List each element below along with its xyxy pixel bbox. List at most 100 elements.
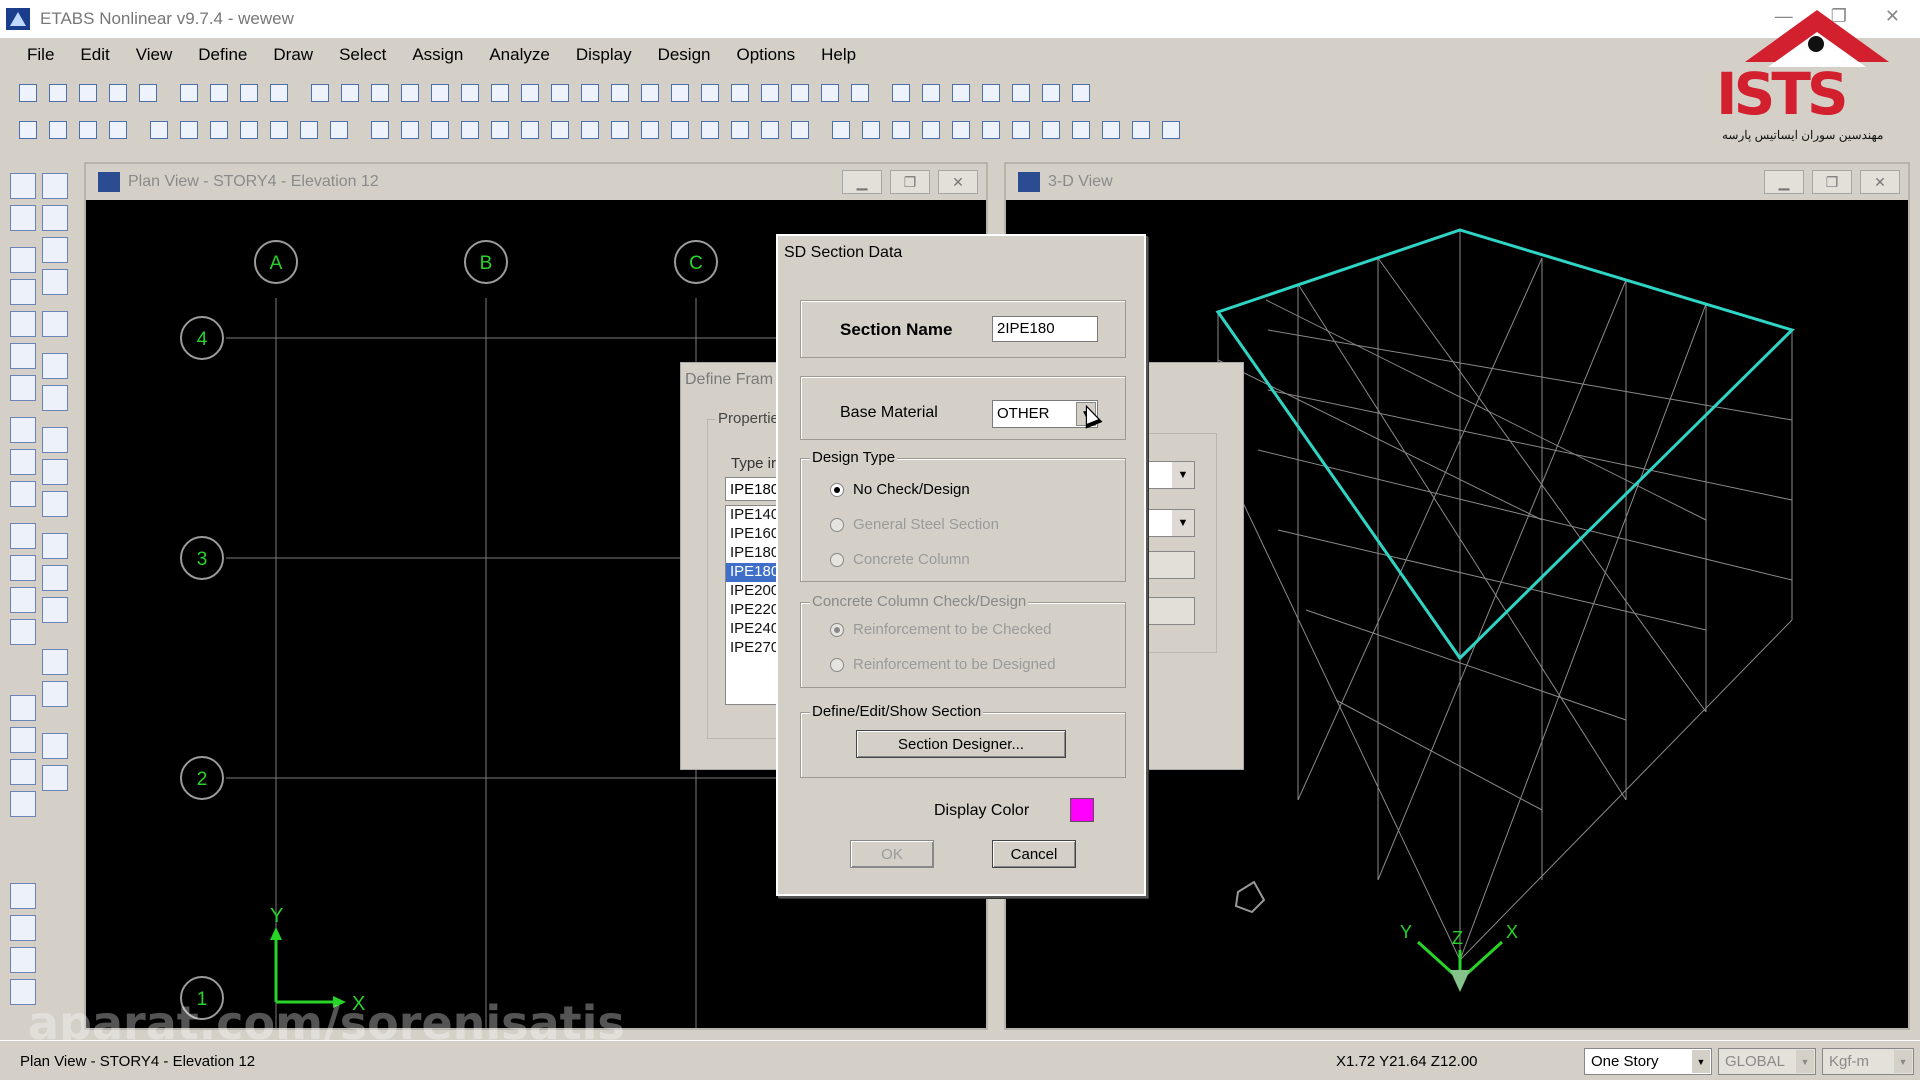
print-setup-icon[interactable]	[134, 80, 161, 107]
menu-define[interactable]: Define	[185, 45, 260, 65]
grid-icon[interactable]	[235, 117, 262, 144]
menu-assign[interactable]: Assign	[399, 45, 476, 65]
draw-area-tool-icon[interactable]	[10, 417, 36, 443]
cut-icon[interactable]	[42, 173, 68, 199]
layers-icon[interactable]	[426, 117, 453, 144]
menu-draw[interactable]: Draw	[260, 45, 326, 65]
reference-plane-icon[interactable]	[1127, 117, 1154, 144]
redo-icon[interactable]	[205, 80, 232, 107]
draw-line-icon[interactable]	[145, 117, 172, 144]
cancel-button[interactable]: Cancel	[992, 840, 1076, 868]
plan-view-restore-button[interactable]: ❐	[890, 170, 930, 194]
previous-select-icon[interactable]	[10, 727, 36, 753]
rotate-view-icon[interactable]	[666, 80, 693, 107]
reshape-icon[interactable]	[10, 205, 36, 231]
radio-circle[interactable]	[830, 552, 844, 567]
draw-brace-icon[interactable]	[175, 117, 202, 144]
joints-icon[interactable]	[42, 353, 68, 379]
chevron-down-icon[interactable]: ▼	[1894, 1050, 1912, 1073]
chart-axis-icon[interactable]	[366, 117, 393, 144]
draw-slab-icon[interactable]	[10, 587, 36, 613]
labels-icon[interactable]	[42, 385, 68, 411]
overlay-icon[interactable]	[1157, 117, 1184, 144]
radio-circle-selected[interactable]	[830, 482, 844, 497]
select-all-left-icon[interactable]	[10, 695, 36, 721]
mode-shape-icon[interactable]	[947, 80, 974, 107]
frame-icon[interactable]	[887, 80, 914, 107]
radio-reinforcement-checked[interactable]: Reinforcement to be Checked	[830, 621, 1051, 638]
zoom-window-icon[interactable]	[396, 80, 423, 107]
design-steel-icon[interactable]	[827, 117, 854, 144]
draw-opening-icon[interactable]	[10, 555, 36, 581]
menu-view[interactable]: View	[123, 45, 186, 65]
section-i-icon[interactable]	[666, 117, 693, 144]
plan-view-minimize-button[interactable]: ▁	[842, 170, 882, 194]
move-joint-icon[interactable]	[44, 117, 71, 144]
zoom-previous-icon[interactable]	[486, 80, 513, 107]
pencil-icon[interactable]	[235, 80, 262, 107]
section-name-input[interactable]: 2IPE180	[992, 316, 1098, 342]
section-plate-icon[interactable]	[756, 117, 783, 144]
draw-beam-tool-icon[interactable]	[10, 343, 36, 369]
perspective-icon[interactable]	[696, 80, 723, 107]
refresh-window-icon[interactable]	[366, 80, 393, 107]
reference-icon[interactable]	[42, 681, 68, 707]
ok-button[interactable]: OK	[850, 840, 934, 868]
draw-column-tool-icon[interactable]	[10, 311, 36, 337]
table-display-icon[interactable]	[1037, 80, 1064, 107]
open-icon[interactable]	[44, 80, 71, 107]
align-icon[interactable]	[42, 765, 68, 791]
restraint-icon[interactable]	[265, 117, 292, 144]
menu-help[interactable]: Help	[808, 45, 869, 65]
chevron-down-icon[interactable]: ▼	[1796, 1050, 1814, 1073]
view-3d-minimize-button[interactable]: ▁	[1764, 170, 1804, 194]
radio-circle[interactable]	[830, 657, 844, 672]
pan-icon[interactable]	[546, 80, 573, 107]
delete-icon[interactable]	[42, 269, 68, 295]
snap-icon[interactable]	[104, 117, 131, 144]
radio-circle[interactable]	[830, 517, 844, 532]
span-icon[interactable]	[42, 491, 68, 517]
menu-select[interactable]: Select	[326, 45, 399, 65]
print-icon[interactable]	[104, 80, 131, 107]
section-designer-button[interactable]: Section Designer...	[856, 730, 1066, 758]
elevation-view-icon[interactable]	[636, 80, 663, 107]
radio-general-steel-section[interactable]: General Steel Section	[830, 516, 999, 533]
design-wall-icon[interactable]	[917, 117, 944, 144]
spring-icon[interactable]	[42, 649, 68, 675]
chevron-down-icon[interactable]: ▼	[1692, 1050, 1710, 1073]
member-forces-icon[interactable]	[977, 80, 1004, 107]
pier-label-icon[interactable]	[606, 117, 633, 144]
area-object-icon[interactable]	[42, 533, 68, 559]
refresh-icon[interactable]	[336, 80, 363, 107]
lock-icon[interactable]	[265, 80, 292, 107]
frame-release-icon[interactable]	[546, 117, 573, 144]
copy-icon[interactable]	[42, 205, 68, 231]
radio-circle-selected[interactable]	[830, 622, 844, 637]
menu-display[interactable]: Display	[563, 45, 645, 65]
zoom-restore-icon[interactable]	[516, 80, 543, 107]
menu-file[interactable]: File	[14, 45, 67, 65]
chart-icon[interactable]	[1067, 80, 1094, 107]
zoom-out-icon[interactable]	[456, 80, 483, 107]
menu-analyze[interactable]: Analyze	[476, 45, 562, 65]
tendon-object-icon[interactable]	[42, 597, 68, 623]
new-model-icon[interactable]	[14, 80, 41, 107]
load-icon[interactable]	[295, 117, 322, 144]
section-cut-icon[interactable]	[325, 117, 352, 144]
assign-shell-icon[interactable]	[486, 117, 513, 144]
assign-frame-icon[interactable]	[456, 117, 483, 144]
menu-design[interactable]: Design	[645, 45, 724, 65]
measure-icon[interactable]	[1067, 117, 1094, 144]
section-box-icon[interactable]	[696, 117, 723, 144]
section-tee-icon[interactable]	[726, 117, 753, 144]
deformed-shape-icon[interactable]	[917, 80, 944, 107]
section-channel-icon[interactable]	[786, 117, 813, 144]
snap-point-icon[interactable]	[10, 883, 36, 909]
dimension-icon[interactable]	[1037, 117, 1064, 144]
draw-area-icon[interactable]	[205, 117, 232, 144]
view-3d-restore-button[interactable]: ❐	[1812, 170, 1852, 194]
radio-reinforcement-designed[interactable]: Reinforcement to be Designed	[830, 656, 1056, 673]
object-shrink-icon[interactable]	[786, 80, 813, 107]
dimension-left-icon[interactable]	[42, 733, 68, 759]
